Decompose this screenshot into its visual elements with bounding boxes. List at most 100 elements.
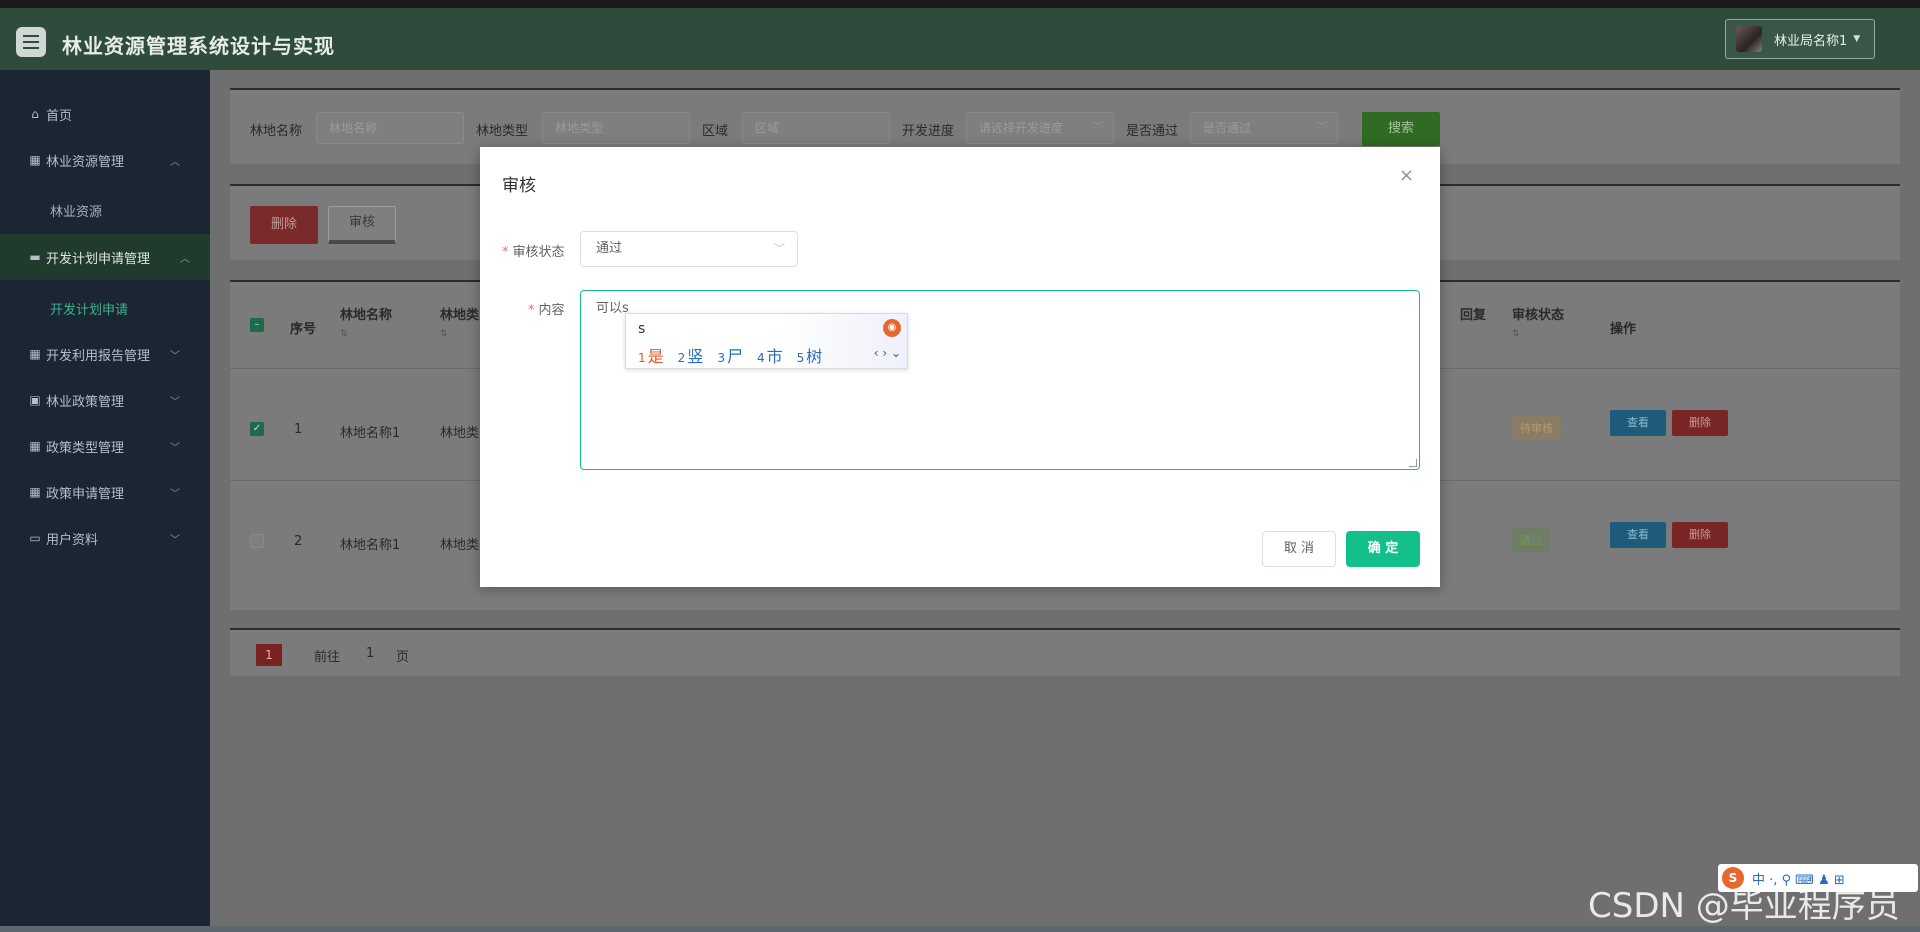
row-seq: 2 <box>294 534 303 549</box>
bank-icon: ▦ <box>29 153 41 167</box>
sidebar-item-policy-type-mgmt[interactable]: ▦ 政策类型管理 ﹀ <box>0 424 210 468</box>
select-all-checkbox[interactable]: – <box>250 318 264 332</box>
sidebar-item-user-profile[interactable]: ▭ 用户资料 ﹀ <box>0 516 210 560</box>
header-seq: 序号 <box>290 322 317 337</box>
close-icon[interactable]: × <box>1399 165 1414 186</box>
pass-label: 是否通过 <box>1126 124 1179 139</box>
delete-button[interactable]: 删除 <box>1672 522 1728 548</box>
header-ops: 操作 <box>1610 322 1637 337</box>
sidebar-item-label: 开发计划申请 <box>50 302 129 318</box>
chevron-up-icon: ︿ <box>180 253 190 265</box>
menu-toggle-icon[interactable] <box>16 27 46 57</box>
sidebar-item-label: 开发计划申请管理 <box>46 251 151 267</box>
view-button[interactable]: 查看 <box>1610 410 1666 436</box>
pagination: 1 前往 1 页 <box>230 628 1900 676</box>
header-label: 林地类 <box>440 308 480 323</box>
status-field-label: * 审核状态 <box>502 245 565 260</box>
goto-label: 前往 <box>314 650 341 665</box>
chevron-down-icon: ﹀ <box>170 396 180 408</box>
header-reply: 回复 <box>1460 308 1487 323</box>
sidebar-item-home[interactable]: ⌂ 首页 <box>0 92 210 136</box>
status-badge: 待审核 <box>1512 416 1561 440</box>
chevron-down-icon: ﹀ <box>1093 122 1103 133</box>
name-label: 林地名称 <box>250 124 303 139</box>
ime-logo-icon[interactable]: ◉ <box>883 319 901 337</box>
grid-icon: ▦ <box>29 485 41 499</box>
page-unit-label: 页 <box>396 650 410 665</box>
ime-candidate[interactable]: 1是 <box>638 343 664 367</box>
app-header: 林业资源管理系统设计与实现 林业局名称1 ▼ <box>0 8 1920 70</box>
sidebar-item-label: 用户资料 <box>46 532 99 548</box>
name-input[interactable]: 林地名称 <box>316 112 464 144</box>
resize-handle-icon[interactable] <box>1409 459 1417 467</box>
chevron-down-icon: ﹀ <box>170 534 180 546</box>
delete-button[interactable]: 删除 <box>1672 410 1728 436</box>
row-checkbox[interactable]: ✓ <box>250 422 264 436</box>
status-badge: 通过 <box>1512 528 1550 552</box>
sidebar-item-label: 林业政策管理 <box>46 394 125 410</box>
content-label-text: 内容 <box>538 303 565 318</box>
status-select-value: 通过 <box>596 241 623 256</box>
content-field-label: * 内容 <box>528 303 565 318</box>
sidebar-item-dev-report-mgmt[interactable]: ▦ 开发利用报告管理 ﹀ <box>0 332 210 376</box>
watermark: CSDN @毕业程序员 <box>1588 886 1900 926</box>
chevron-down-icon: ﹀ <box>170 350 180 362</box>
sidebar-item-dev-plan-mgmt[interactable]: ▬ 开发计划申请管理 ︿ <box>0 234 210 280</box>
sidebar-item-policy-mgmt[interactable]: ▣ 林业政策管理 ﹀ <box>0 378 210 422</box>
sidebar-sub-forest-resource[interactable]: 林业资源 <box>0 190 210 230</box>
chevron-up-icon: ︿ <box>170 156 180 168</box>
ime-candidate-popup: s ◉ 1是 2竖 3尸 4市 5树 ‹ › ⌄ <box>625 313 908 369</box>
calendar-icon: ▭ <box>29 531 41 545</box>
row-seq: 1 <box>294 422 303 437</box>
area-input[interactable]: 区域 <box>742 112 890 144</box>
sidebar-item-label: 林业资源管理 <box>46 154 125 170</box>
app-title: 林业资源管理系统设计与实现 <box>62 34 335 58</box>
area-label: 区域 <box>702 124 729 139</box>
sidebar-item-label: 林业资源 <box>50 204 103 220</box>
sidebar-item-label: 开发利用报告管理 <box>46 348 151 364</box>
page-jump-input[interactable]: 1 <box>366 646 374 661</box>
search-button[interactable]: 搜索 <box>1362 112 1440 146</box>
row-name: 林地名称1 <box>340 538 401 553</box>
pass-select[interactable]: 是否通过 ﹀ <box>1190 112 1338 144</box>
page-number-current[interactable]: 1 <box>256 644 282 666</box>
header-type[interactable]: 林地类 ⇅ <box>440 304 479 339</box>
bulk-delete-button[interactable]: 删除 <box>250 206 318 244</box>
type-input[interactable]: 林地类型 <box>542 112 690 144</box>
status-select[interactable]: 通过 ﹀ <box>580 231 798 267</box>
ime-candidate[interactable]: 2竖 <box>678 343 704 367</box>
home-icon: ⌂ <box>31 107 39 121</box>
user-menu[interactable]: 林业局名称1 ▼ <box>1725 19 1875 59</box>
progress-placeholder: 请选择开发进度 <box>979 121 1064 135</box>
row-checkbox[interactable] <box>250 534 264 548</box>
progress-select[interactable]: 请选择开发进度 ﹀ <box>966 112 1114 144</box>
header-name[interactable]: 林地名称 ⇅ <box>340 304 392 339</box>
header-label: 审核状态 <box>1512 308 1565 323</box>
confirm-button[interactable]: 确 定 <box>1346 531 1420 567</box>
sidebar-item-policy-apply-mgmt[interactable]: ▦ 政策申请管理 ﹀ <box>0 470 210 514</box>
sort-icon: ⇅ <box>340 329 348 339</box>
row-name: 林地名称1 <box>340 426 401 441</box>
cancel-button[interactable]: 取 消 <box>1262 531 1336 567</box>
pass-placeholder: 是否通过 <box>1203 121 1252 135</box>
audit-dialog: 审核 × * 审核状态 通过 ﹀ * 内容 可以s 取 消 确 定 <box>480 147 1440 587</box>
row-type: 林地类 <box>440 538 480 553</box>
bottom-strip <box>0 926 1920 932</box>
header-status[interactable]: 审核状态 ⇅ <box>1512 304 1564 339</box>
grid-icon: ▦ <box>29 439 41 453</box>
chevron-down-icon: ﹀ <box>774 242 785 255</box>
ime-candidate[interactable]: 4市 <box>757 343 783 367</box>
sidebar-item-label: 政策申请管理 <box>46 486 125 502</box>
sidebar-sub-dev-plan-apply[interactable]: 开发计划申请 <box>0 288 210 328</box>
user-name: 林业局名称1 <box>1774 33 1848 49</box>
sort-icon: ⇅ <box>440 329 448 339</box>
chevron-down-icon: ﹀ <box>1317 122 1327 133</box>
top-strip <box>0 0 1920 8</box>
sidebar-item-forest-resource-mgmt[interactable]: ▦ 林业资源管理 ︿ <box>0 138 210 182</box>
view-button[interactable]: 查看 <box>1610 522 1666 548</box>
audit-button[interactable]: 审核 <box>328 206 396 244</box>
ime-page-nav-icon[interactable]: ‹ › ⌄ <box>874 346 901 360</box>
chevron-down-icon: ﹀ <box>170 442 180 454</box>
ime-candidate[interactable]: 3尸 <box>717 343 743 367</box>
ime-candidate[interactable]: 5树 <box>797 343 823 367</box>
